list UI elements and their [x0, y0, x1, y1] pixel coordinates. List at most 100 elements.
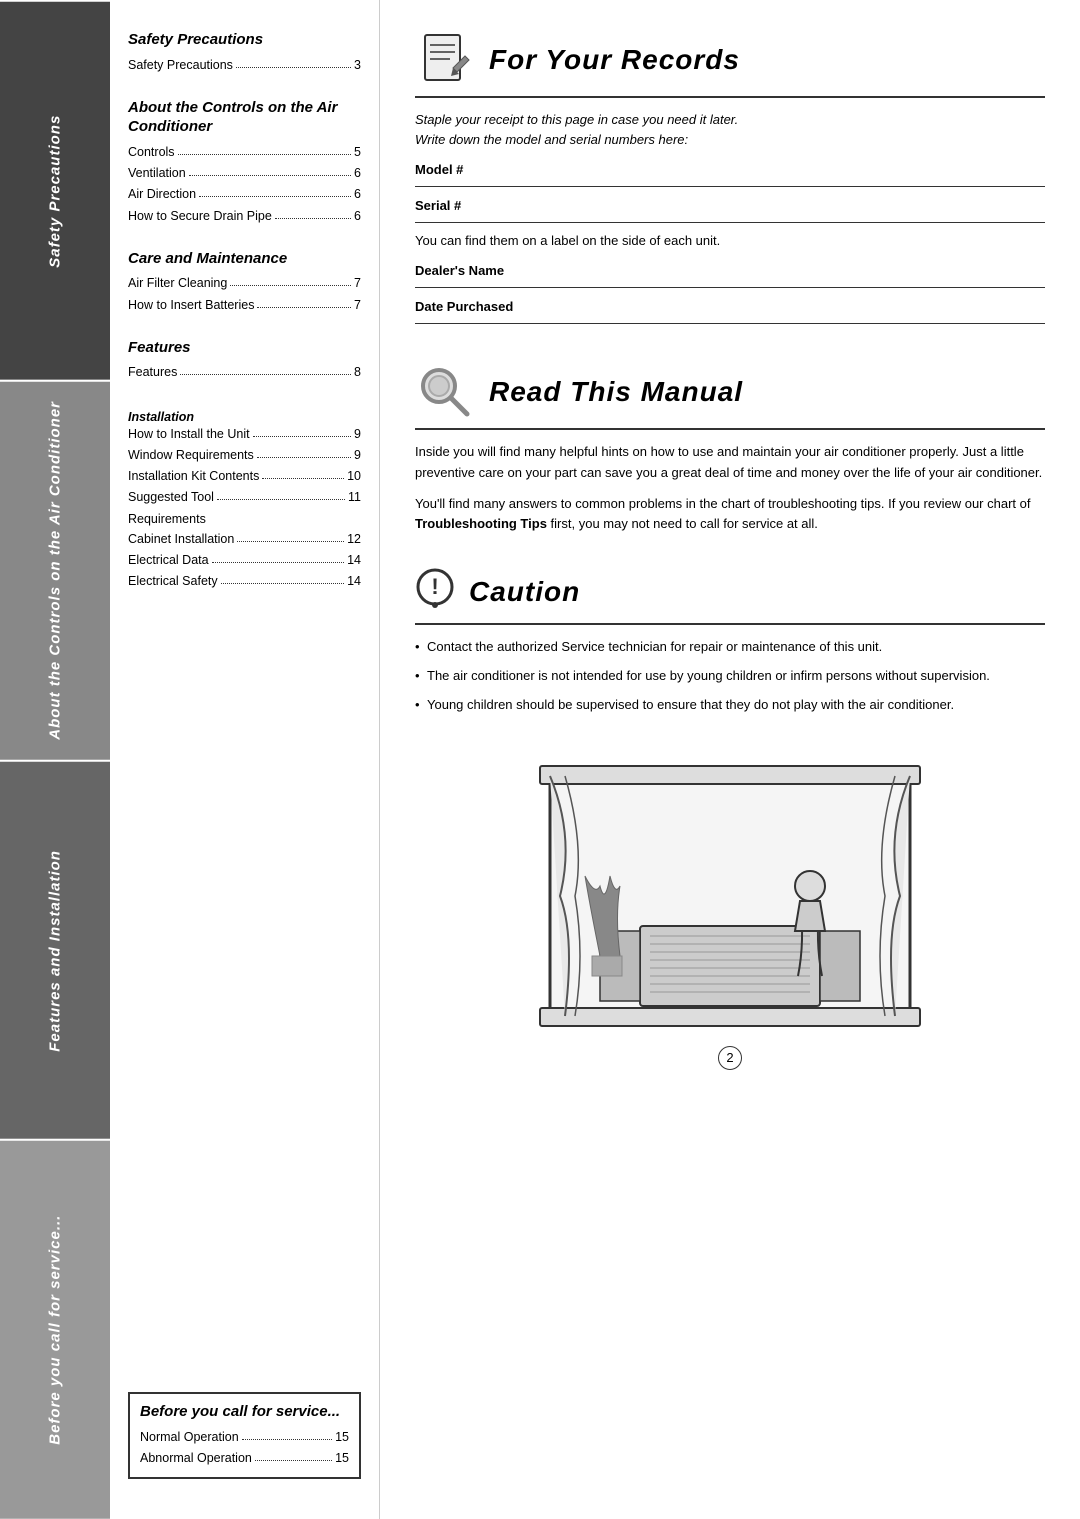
toc-dots: [230, 272, 351, 286]
toc-label-normal-op: Normal Operation: [140, 1427, 239, 1448]
toc-page-controls: 5: [354, 142, 361, 163]
toc-label-controls: Controls: [128, 142, 175, 163]
dealer-line: [415, 282, 1045, 288]
toc-dots: [262, 465, 344, 479]
toc-item-electrical-safety: Electrical Safety 14: [128, 571, 361, 592]
date-line: [415, 318, 1045, 324]
toc-label-suggested-tool: Suggested Tool: [128, 487, 214, 508]
sidebar-section-service: Before you call for service...: [0, 1139, 110, 1519]
toc-spacer: [128, 614, 361, 1392]
toc-item-suggested-tool: Suggested Tool 11: [128, 487, 361, 508]
toc-page-air-direction: 6: [354, 184, 361, 205]
toc-dots: [217, 486, 345, 500]
toc-dots: [236, 54, 351, 68]
toc-page-safety-precautions: 3: [354, 55, 361, 76]
toc-page-drain-pipe: 6: [354, 206, 361, 227]
toc-heading-installation: Installation: [128, 410, 361, 424]
window-ac-illustration: [415, 756, 1045, 1036]
toc-dots: [237, 528, 344, 542]
serial-line: [415, 217, 1045, 223]
toc-controls: About the Controls on the Air Conditione…: [128, 98, 361, 227]
dealer-label: Dealer's Name: [415, 263, 504, 278]
toc-item-normal-op: Normal Operation 15: [140, 1427, 349, 1448]
page-number: 2: [718, 1046, 742, 1070]
caution-icon: !: [415, 567, 455, 617]
toc-label-window-req: Window Requirements: [128, 445, 254, 466]
toc-heading-controls: About the Controls on the Air Conditione…: [128, 98, 361, 137]
toc-label-install-unit: How to Install the Unit: [128, 424, 250, 445]
toc-features: Features Features 8: [128, 338, 361, 384]
page-number-row: 2: [415, 1046, 1045, 1070]
read-this-manual-section: Read This Manual Inside you will find ma…: [415, 362, 1045, 545]
toc-dots: [242, 1426, 332, 1440]
toc-heading-service: Before you call for service...: [140, 1402, 349, 1422]
sidebar-section-controls: About the Controls on the Air Conditione…: [0, 380, 110, 760]
caution-bullet-1: Contact the authorized Service technicia…: [415, 637, 1045, 658]
toc-item-batteries: How to Insert Batteries 7: [128, 295, 361, 316]
for-your-records-section: For Your Records Staple your receipt to …: [415, 30, 1045, 334]
toc-dots: [180, 361, 351, 375]
read-manual-para2: You'll find many answers to common probl…: [415, 494, 1045, 536]
serial-field: Serial #: [415, 197, 1045, 223]
toc-dots: [255, 1447, 332, 1461]
toc-item-air-direction: Air Direction 6: [128, 184, 361, 205]
toc-label-safety-precautions: Safety Precautions: [128, 55, 233, 76]
sidebar-section-features: Features and Installation: [0, 760, 110, 1140]
date-label: Date Purchased: [415, 299, 513, 314]
caution-section: ! Caution Contact the authorized Service…: [415, 567, 1045, 723]
toc-heading-safety: Safety Precautions: [128, 30, 361, 50]
read-this-manual-title-row: Read This Manual: [415, 362, 1045, 430]
toc-page-install-unit: 9: [354, 424, 361, 445]
serial-label: Serial #: [415, 198, 461, 213]
toc-label-install-kit: Installation Kit Contents: [128, 466, 259, 487]
toc-page-cabinet: 12: [347, 529, 361, 550]
toc-item-window-req: Window Requirements 9: [128, 445, 361, 466]
toc-page-electrical-safety: 14: [347, 571, 361, 592]
toc-item-abnormal-op: Abnormal Operation 15: [140, 1448, 349, 1469]
toc-page-ventilation: 6: [354, 163, 361, 184]
toc-dots: [199, 183, 351, 197]
dealer-field: Dealer's Name: [415, 262, 1045, 288]
toc-installation: Installation How to Install the Unit 9 W…: [128, 406, 361, 593]
model-line: [415, 181, 1045, 187]
toc-label-electrical-data: Electrical Data: [128, 550, 209, 571]
caution-title-row: ! Caution: [415, 567, 1045, 625]
read-manual-para2-bold: Troubleshooting Tips: [415, 516, 547, 531]
sidebar: Safety Precautions About the Controls on…: [0, 0, 110, 1519]
model-field: Model #: [415, 161, 1045, 187]
model-label: Model #: [415, 162, 463, 177]
toc-label-drain-pipe: How to Secure Drain Pipe: [128, 206, 272, 227]
for-your-records-title: For Your Records: [489, 44, 740, 76]
toc-dots: [253, 423, 351, 437]
toc-page-suggested-tool: 11: [348, 487, 361, 508]
magnifier-icon: [415, 362, 475, 422]
read-manual-para1: Inside you will find many helpful hints …: [415, 442, 1045, 484]
toc-dots: [257, 294, 351, 308]
date-field: Date Purchased: [415, 298, 1045, 324]
illustration-svg: [520, 756, 940, 1036]
toc-page-abnormal-op: 15: [335, 1448, 349, 1469]
sidebar-section-safety: Safety Precautions: [0, 0, 110, 380]
toc-item-features: Features 8: [128, 362, 361, 383]
toc-item-electrical-data: Electrical Data 14: [128, 550, 361, 571]
toc-item-air-filter: Air Filter Cleaning 7: [128, 273, 361, 294]
toc-label-air-direction: Air Direction: [128, 184, 196, 205]
toc-page-batteries: 7: [354, 295, 361, 316]
toc-item-controls: Controls 5: [128, 142, 361, 163]
caution-bullet-2: The air conditioner is not intended for …: [415, 666, 1045, 687]
toc-care-maintenance: Care and Maintenance Air Filter Cleaning…: [128, 249, 361, 316]
toc-item-cabinet: Cabinet Installation 12: [128, 529, 361, 550]
caution-bullet-3: Young children should be supervised to e…: [415, 695, 1045, 716]
table-of-contents: Safety Precautions Safety Precautions 3 …: [110, 0, 380, 1519]
toc-dots: [212, 549, 345, 563]
caution-title: Caution: [469, 576, 580, 608]
toc-item-drain-pipe: How to Secure Drain Pipe 6: [128, 206, 361, 227]
toc-page-install-kit: 10: [347, 466, 361, 487]
toc-item-safety: Safety Precautions 3: [128, 55, 361, 76]
toc-page-window-req: 9: [354, 445, 361, 466]
toc-label-abnormal-op: Abnormal Operation: [140, 1448, 252, 1469]
toc-label-electrical-safety: Electrical Safety: [128, 571, 218, 592]
for-your-records-title-row: For Your Records: [415, 30, 1045, 98]
read-manual-para2-end: first, you may not need to call for serv…: [547, 516, 818, 531]
toc-item-install-unit: How to Install the Unit 9: [128, 424, 361, 445]
